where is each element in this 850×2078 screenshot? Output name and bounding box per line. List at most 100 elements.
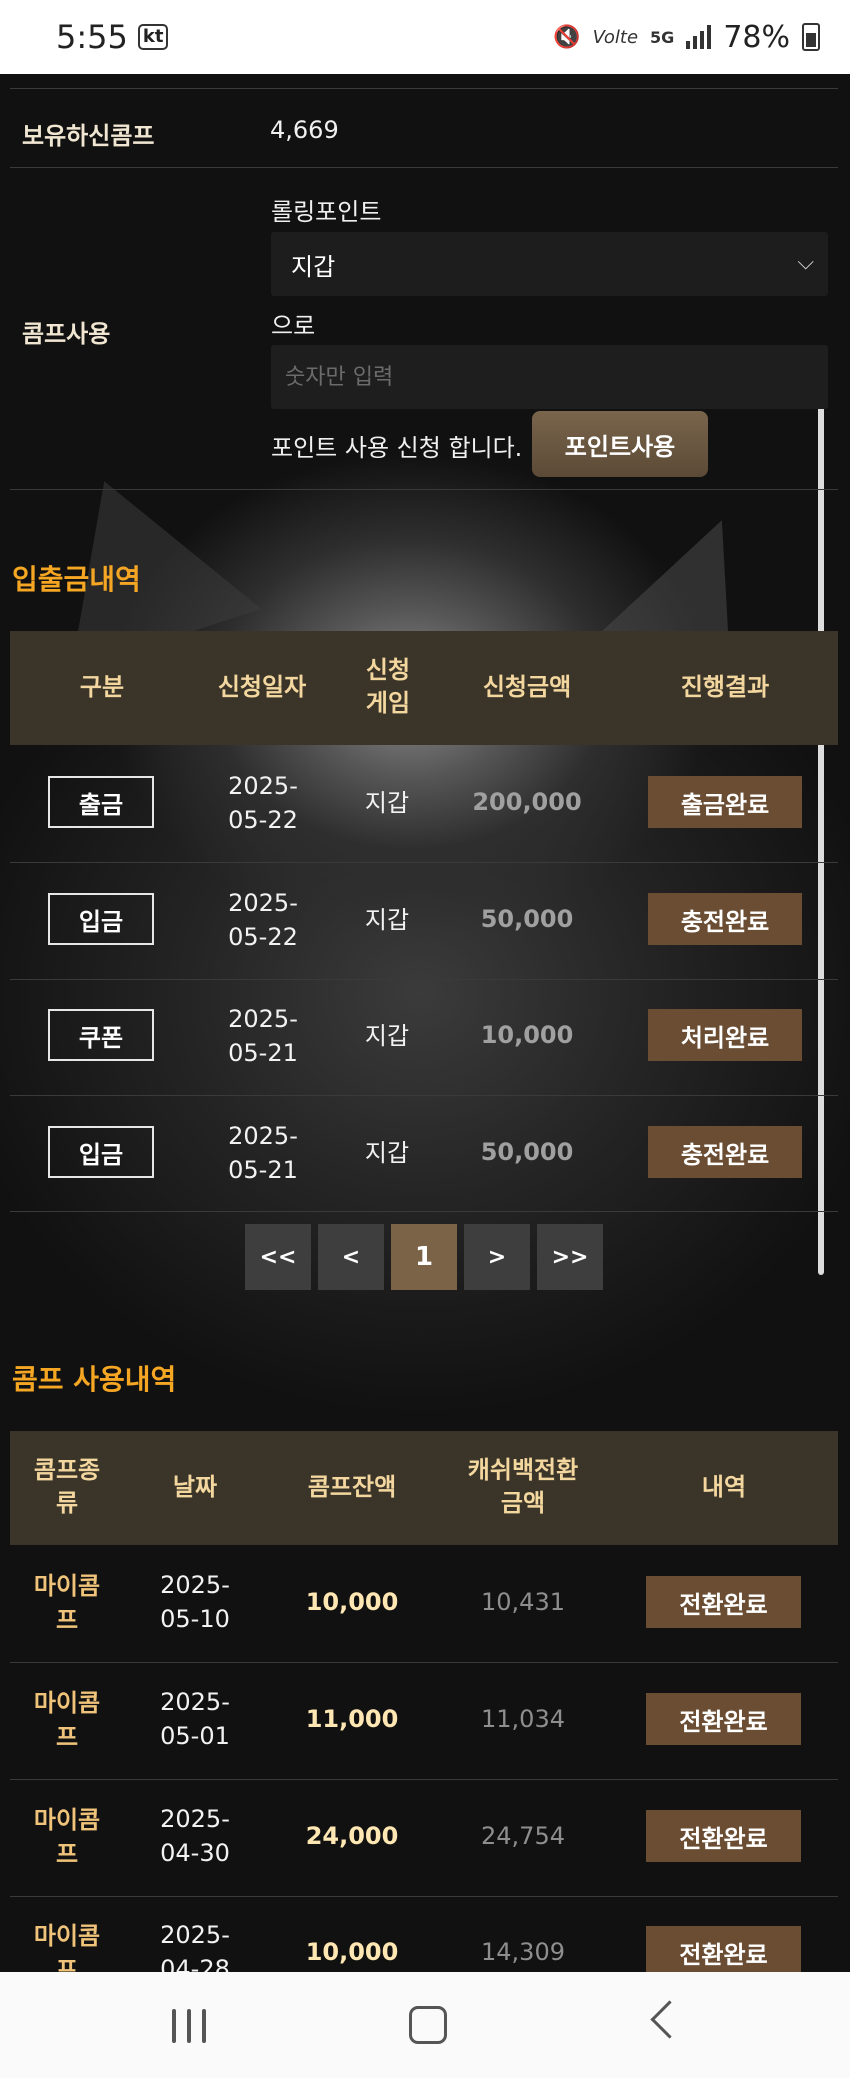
status-badge: 충전완료	[648, 1126, 802, 1178]
header-result: 진행결과	[680, 673, 770, 701]
page-first-button[interactable]: <<	[245, 1224, 311, 1290]
date-year: 2025-	[228, 772, 298, 800]
pagination: << < 1 > >>	[245, 1224, 603, 1290]
date-md: 05-22	[228, 923, 298, 951]
date-md: 04-30	[160, 1839, 230, 1867]
status-badge: 전환완료	[646, 1693, 801, 1745]
date-year: 2025-	[160, 1805, 230, 1833]
amount: 200,000	[472, 788, 582, 816]
cashback-amount: 11,034	[481, 1705, 565, 1733]
date-year: 2025-	[228, 889, 298, 917]
use-points-button[interactable]: 포인트사용	[532, 411, 708, 477]
clock: 5:55	[56, 18, 128, 56]
type-badge: 입금	[48, 1126, 154, 1178]
network-icon: 5G	[650, 27, 675, 47]
wallet-select[interactable]: 지갑 ⌵	[271, 232, 828, 296]
divider	[10, 1095, 838, 1096]
date-md: 05-10	[160, 1605, 230, 1633]
status-badge: 전환완료	[646, 1926, 801, 1978]
cashback-amount: 14,309	[481, 1938, 565, 1966]
rolling-point-label: 롤링포인트	[271, 198, 382, 226]
date-md: 05-22	[228, 806, 298, 834]
amount: 50,000	[480, 1138, 574, 1166]
game: 지갑	[364, 1139, 410, 1167]
chevron-down-icon: ⌵	[797, 250, 814, 275]
type-badge: 쿠폰	[48, 1009, 154, 1061]
point-amount-input[interactable]	[271, 345, 828, 409]
cashback-amount: 10,431	[481, 1588, 565, 1616]
date-year: 2025-	[160, 1571, 230, 1599]
comp-balance: 10,000	[305, 1938, 399, 1966]
deposit-history-title: 입출금내역	[12, 563, 141, 596]
page-last-button[interactable]: >>	[537, 1224, 603, 1290]
comp-balance: 10,000	[305, 1588, 399, 1616]
comp-kind: 마이콤	[33, 1689, 101, 1717]
header-game: 신청 게임	[365, 656, 411, 717]
page-current-button[interactable]: 1	[391, 1224, 457, 1290]
divider	[10, 862, 838, 863]
divider	[10, 1896, 838, 1897]
game: 지갑	[364, 906, 410, 934]
signal-icon	[686, 25, 712, 49]
amount: 10,000	[480, 1021, 574, 1049]
comp-history-title: 콤프 사용내역	[12, 1363, 177, 1396]
divider	[10, 489, 838, 490]
comp-balance: 24,000	[305, 1822, 399, 1850]
status-badge: 처리완료	[648, 1009, 802, 1061]
mute-icon: 🔇	[553, 24, 581, 50]
game: 지갑	[364, 1022, 410, 1050]
page-prev-button[interactable]: <	[318, 1224, 384, 1290]
to-label: 으로	[271, 312, 316, 340]
comp-kind: 마이콤	[33, 1806, 101, 1834]
held-comp-label: 보유하신콤프	[22, 122, 155, 150]
date-md: 05-21	[228, 1039, 298, 1067]
apply-text: 포인트 사용 신청 합니다.	[271, 434, 523, 462]
date-year: 2025-	[228, 1122, 298, 1150]
game: 지갑	[364, 789, 410, 817]
volte-icon: Volte	[592, 26, 639, 48]
status-badge: 전환완료	[646, 1576, 801, 1628]
divider	[10, 1211, 838, 1212]
date-md: 05-01	[160, 1722, 230, 1750]
header-kind: 콤프종 류	[33, 1456, 101, 1517]
header-date: 신청일자	[217, 673, 307, 701]
amount: 50,000	[480, 905, 574, 933]
type-badge: 입금	[48, 893, 154, 945]
page-next-button[interactable]: >	[464, 1224, 530, 1290]
header-amount: 신청금액	[482, 673, 572, 701]
status-bar: 5:55 kt 🔇 Volte 5G 78%	[0, 0, 850, 74]
date-year: 2025-	[160, 1688, 230, 1716]
divider	[10, 88, 838, 89]
home-icon[interactable]	[409, 2006, 447, 2044]
back-icon[interactable]	[650, 2000, 689, 2039]
comp-kind-2: 프	[55, 1723, 79, 1751]
scrollbar[interactable]	[818, 345, 824, 1275]
comp-kind: 마이콤	[33, 1572, 101, 1600]
divider	[10, 1779, 838, 1780]
comp-balance: 11,000	[305, 1705, 399, 1733]
divider	[10, 979, 838, 980]
battery-percent: 78%	[723, 19, 790, 55]
recents-icon[interactable]	[172, 2009, 206, 2043]
header-detail: 내역	[701, 1473, 747, 1501]
comp-kind-2: 프	[55, 1606, 79, 1634]
status-badge: 충전완료	[648, 893, 802, 945]
cashback-amount: 24,754	[481, 1822, 565, 1850]
held-comp-value: 4,669	[270, 116, 339, 144]
header-cashback: 캐쉬백전환 금액	[467, 1456, 579, 1517]
status-badge: 전환완료	[646, 1810, 801, 1862]
comp-table-header: 콤프종 류 날짜 콤프잔액 캐쉬백전환 금액 내역	[10, 1431, 838, 1545]
carrier-badge: kt	[137, 24, 169, 50]
header-type: 구분	[79, 673, 125, 701]
comp-kind: 마이콤	[33, 1922, 101, 1950]
date-year: 2025-	[160, 1921, 230, 1949]
date-year: 2025-	[228, 1005, 298, 1033]
navigation-bar	[0, 1972, 850, 2078]
date-md: 05-21	[228, 1156, 298, 1184]
divider	[10, 1662, 838, 1663]
header-date: 날짜	[172, 1473, 218, 1501]
header-balance: 콤프잔액	[307, 1473, 397, 1501]
type-badge: 출금	[48, 776, 154, 828]
wallet-select-value: 지갑	[291, 252, 336, 281]
status-badge: 출금완료	[648, 776, 802, 828]
